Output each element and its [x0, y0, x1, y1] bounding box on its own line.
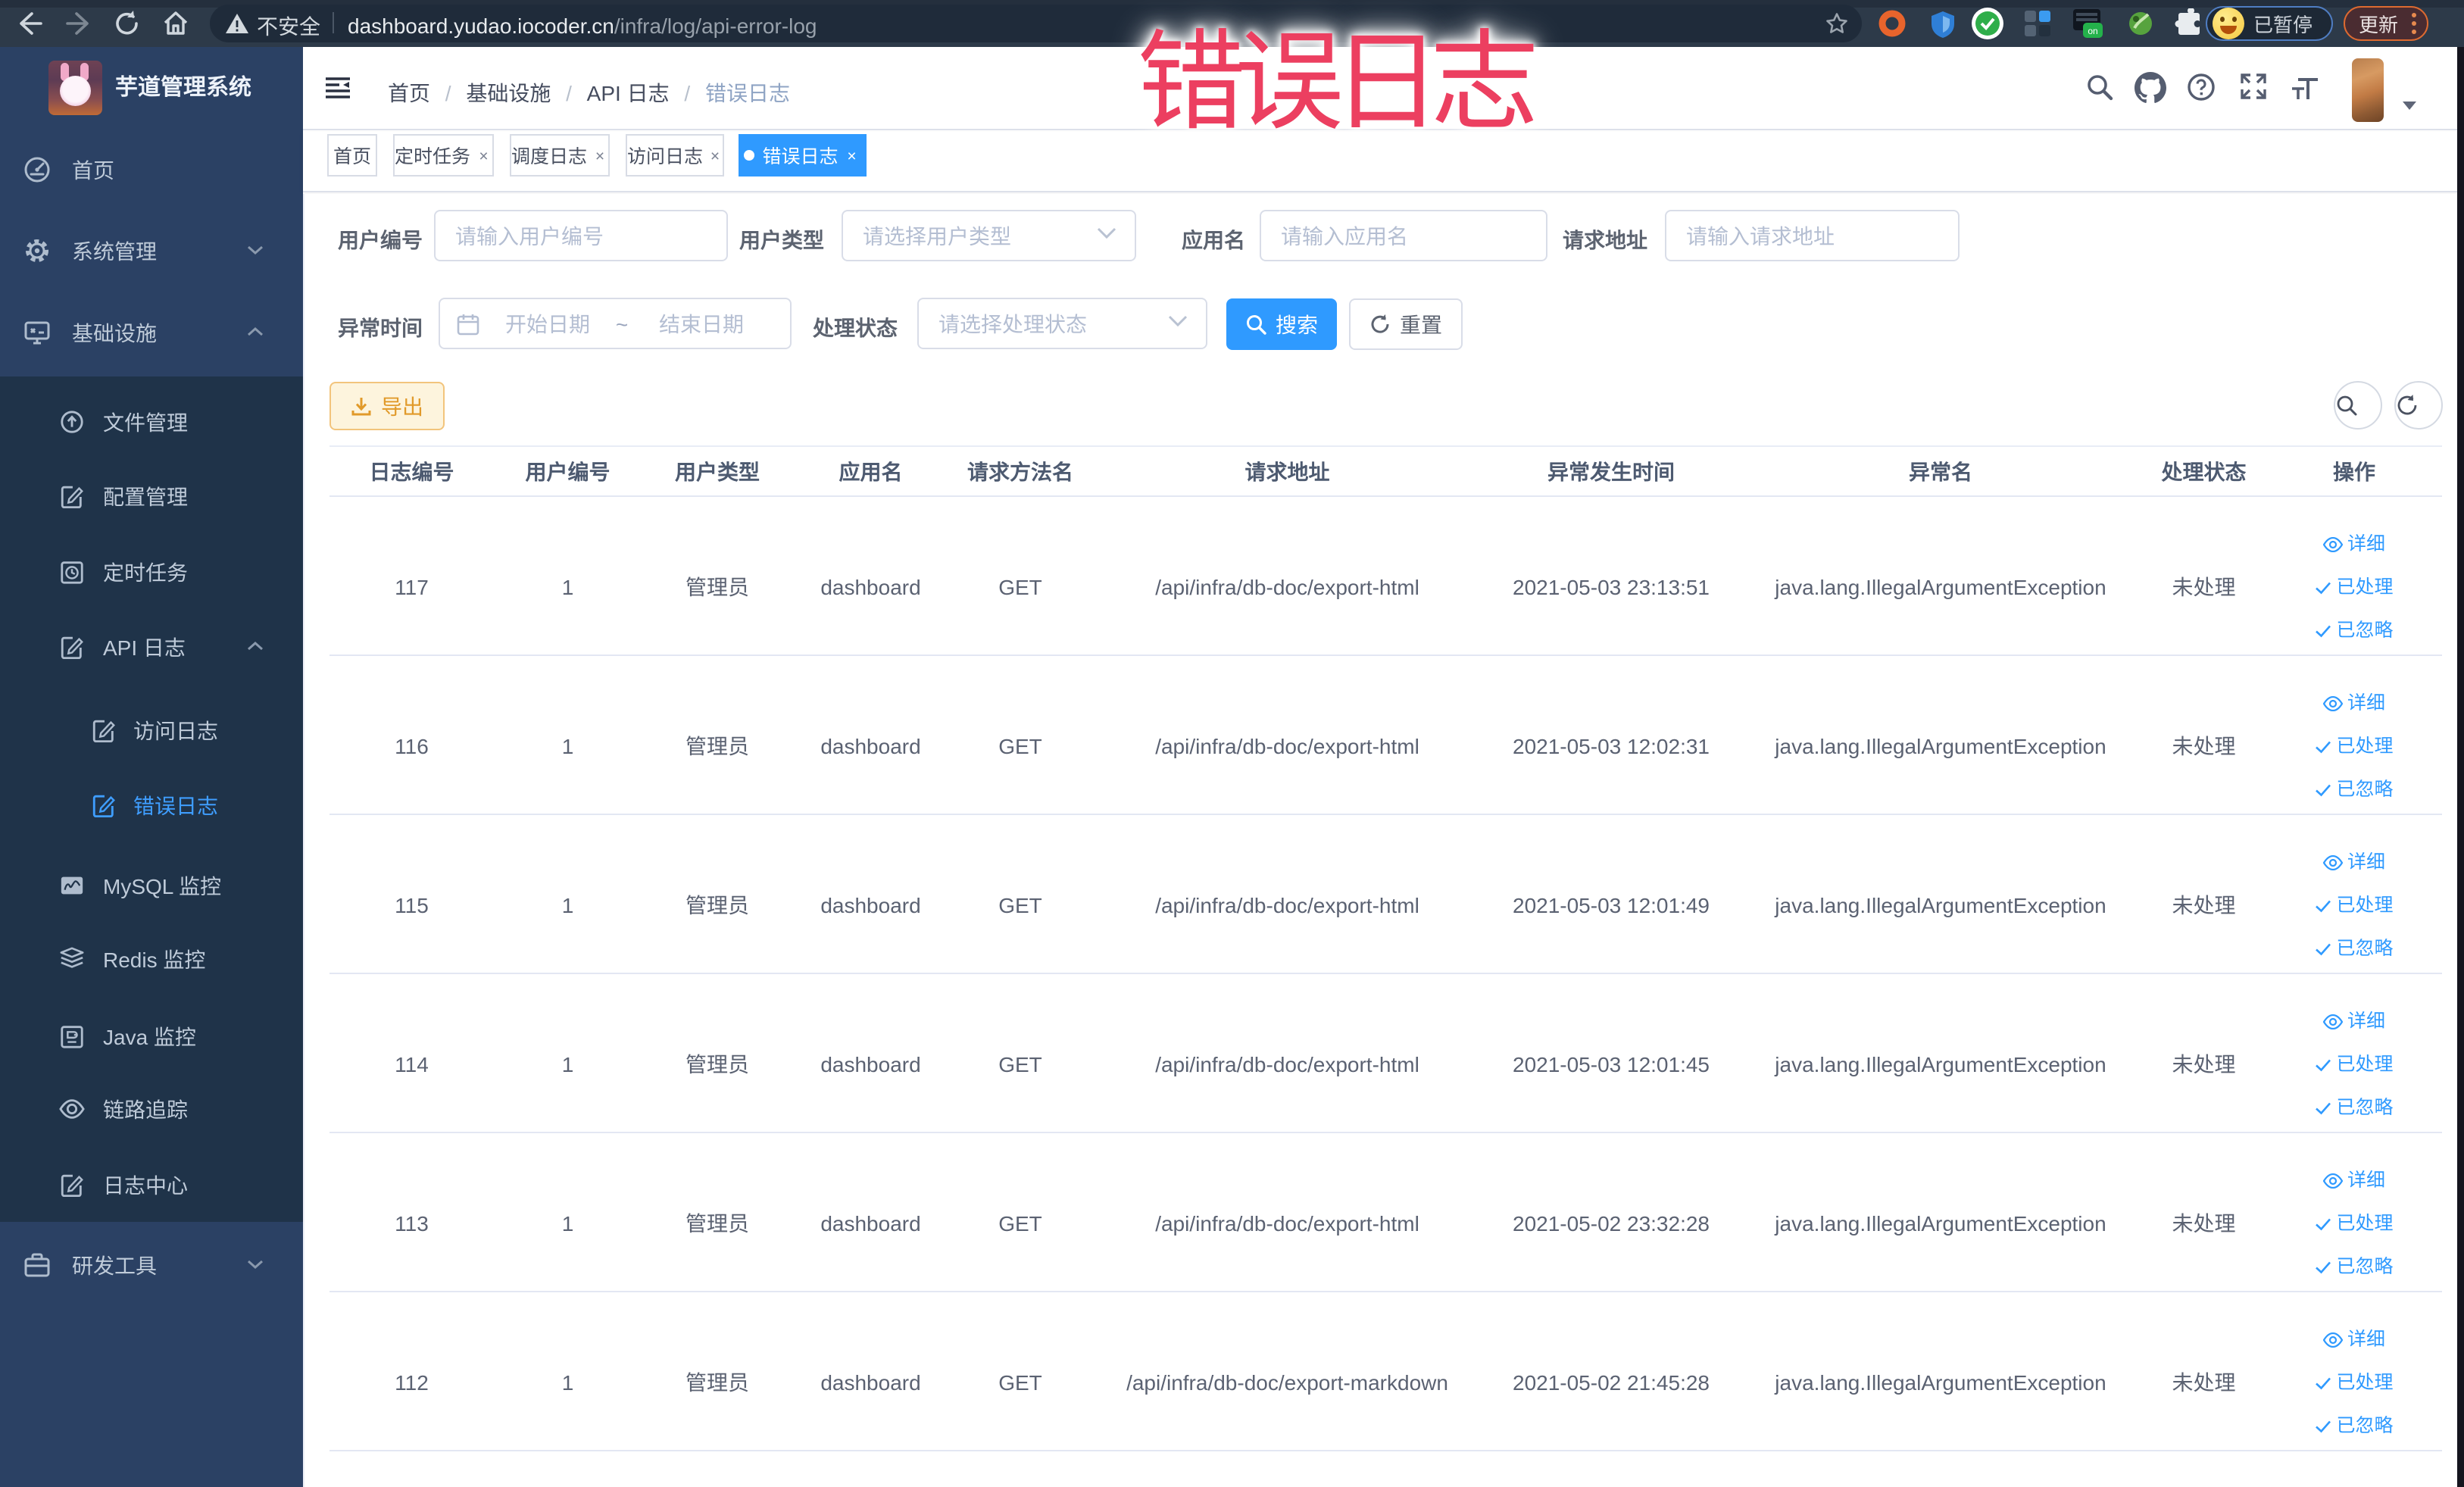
svg-text:on: on [2088, 26, 2097, 36]
